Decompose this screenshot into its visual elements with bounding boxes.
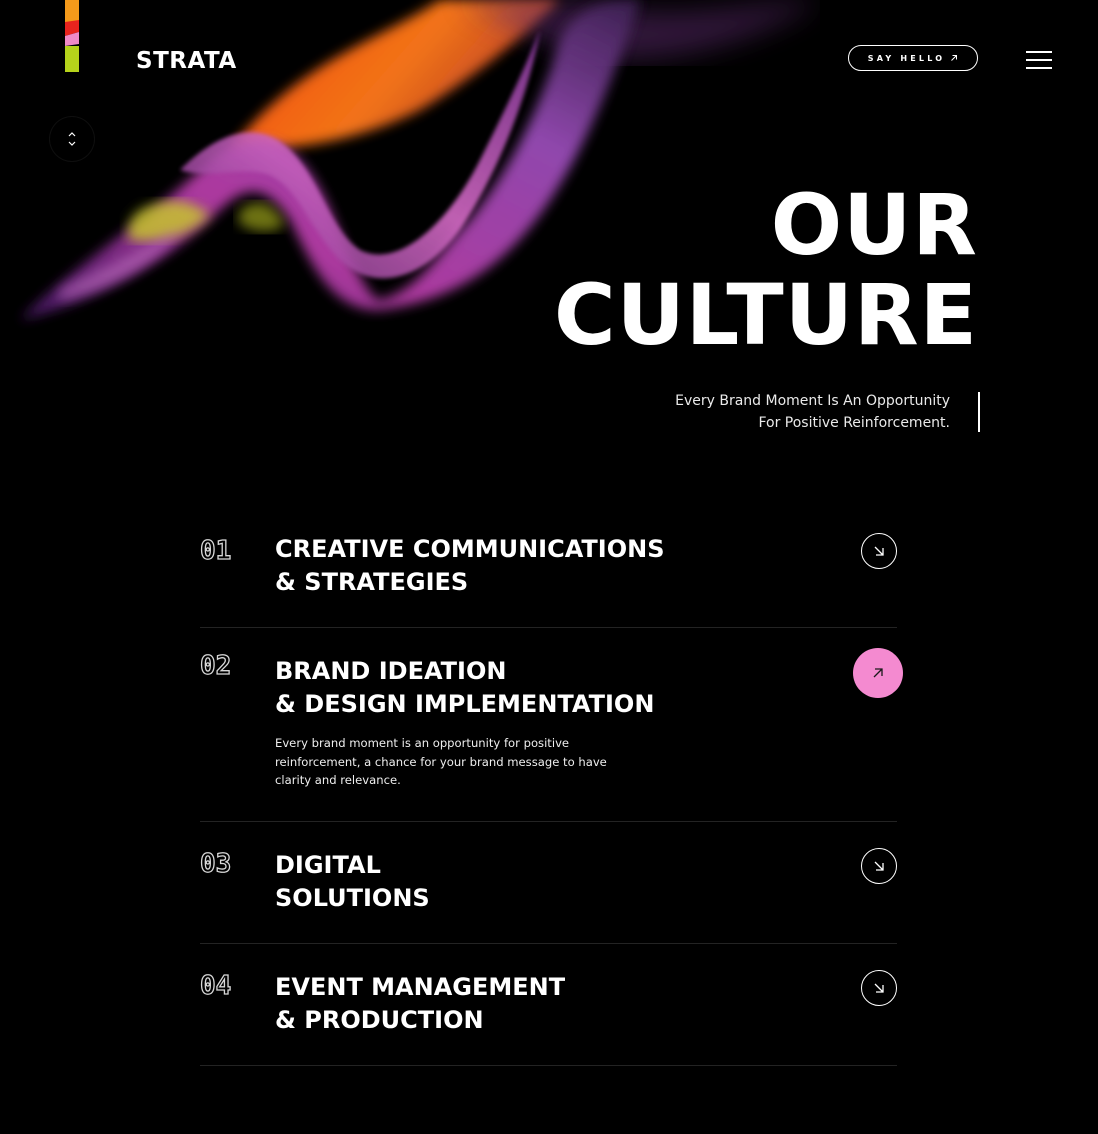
page-title-line1: OUR [770, 176, 978, 274]
service-item-creative-communications[interactable]: 01 CREATIVE COMMUNICATIONS & STRATEGIES [199, 518, 897, 628]
service-item-digital-solutions[interactable]: 03 DIGITAL SOLUTIONS [199, 822, 897, 944]
say-hello-label: SAY HELLO [867, 53, 946, 63]
service-number: 04 [199, 970, 232, 1001]
logo-mark [65, 0, 79, 72]
hero-tagline-line2: For Positive Reinforcement. [758, 415, 950, 431]
brand-logo-text[interactable]: STRATA [136, 48, 237, 74]
arrow-up-right-icon [873, 668, 883, 678]
chevron-up-down-icon [68, 132, 76, 146]
arrow-down-right-icon [874, 861, 884, 871]
service-item-brand-ideation[interactable]: 02 BRAND IDEATION & DESIGN IMPLEMENTATIO… [199, 628, 903, 822]
page-title-line2: CULTURE [553, 266, 978, 364]
page: STRATA SAY HELLO OUR CULTURE Every Brand… [0, 0, 1098, 1134]
service-number: 02 [199, 650, 232, 681]
page-title: OUR CULTURE [554, 180, 978, 360]
service-title: CREATIVE COMMUNICATIONS & STRATEGIES [275, 535, 665, 596]
service-expand-button[interactable] [861, 533, 897, 569]
service-expand-button[interactable] [861, 848, 897, 884]
service-number: 01 [199, 535, 232, 566]
service-title: EVENT MANAGEMENT & PRODUCTION [275, 973, 566, 1034]
arrow-down-right-icon [874, 546, 884, 556]
service-title: DIGITAL SOLUTIONS [275, 851, 430, 912]
hero-tagline: Every Brand Moment Is An Opportunity For… [675, 390, 950, 434]
arrow-down-right-icon [874, 983, 884, 993]
say-hello-button[interactable]: SAY HELLO [848, 45, 978, 71]
service-collapse-button[interactable] [853, 648, 903, 698]
service-expand-button[interactable] [861, 970, 897, 1006]
hero-tagline-line1: Every Brand Moment Is An Opportunity [675, 393, 950, 409]
arrow-up-right-icon [951, 55, 958, 61]
tagline-divider [978, 392, 980, 432]
service-number: 03 [199, 848, 232, 879]
scroll-button[interactable] [50, 117, 94, 161]
service-title: BRAND IDEATION & DESIGN IMPLEMENTATION [275, 657, 655, 718]
hamburger-menu-icon [1026, 51, 1052, 53]
service-item-event-management[interactable]: 04 EVENT MANAGEMENT & PRODUCTION [199, 944, 897, 1066]
menu-button[interactable] [1026, 49, 1052, 69]
services-list: 01 CREATIVE COMMUNICATIONS & STRATEGIES … [199, 518, 903, 1066]
service-description: Every brand moment is an opportunity for… [275, 736, 607, 787]
